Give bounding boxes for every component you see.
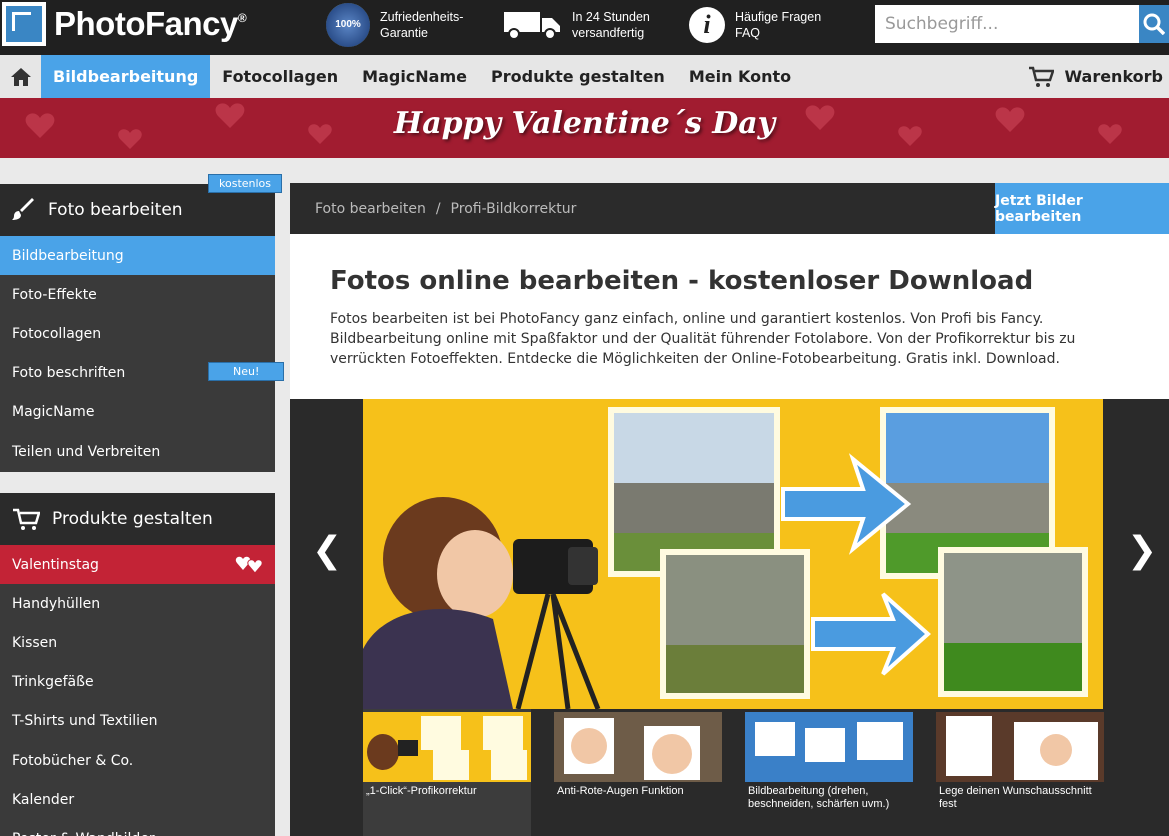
usp-guarantee-line2: Garantie: [380, 26, 428, 40]
slide-illustration: [363, 407, 1088, 709]
usp-faq-line2: FAQ: [735, 26, 761, 40]
home-button[interactable]: [0, 55, 41, 98]
sidebar-item-handyhuellen[interactable]: Handyhüllen: [0, 584, 275, 623]
nav-item-bildbearbeitung[interactable]: Bildbearbeitung: [41, 55, 211, 98]
cart-label: Warenkorb: [1064, 67, 1163, 86]
valentine-banner[interactable]: Happy Valentine´s Day: [0, 98, 1169, 158]
thumb-1-caption: „1-Click“-Profikorrektur: [366, 785, 477, 797]
thumb-4[interactable]: [936, 712, 1104, 782]
banner-text: Happy Valentine´s Day: [393, 106, 776, 141]
intro-section: Fotos online bearbeiten - kostenloser Do…: [290, 234, 1169, 399]
sidebar-item-foto-effekte[interactable]: Foto-Effekte: [0, 275, 275, 314]
thumb-3[interactable]: [745, 712, 913, 782]
home-icon: [10, 67, 31, 86]
sidebar-item-fotocollagen[interactable]: Fotocollagen: [0, 314, 275, 353]
logo-mark-icon: [2, 2, 46, 46]
logo-text: PhotoFancy: [54, 5, 238, 42]
breadcrumb-separator: /: [435, 200, 441, 217]
truck-icon: [504, 10, 562, 40]
usp-shipping[interactable]: In 24 Stunden versandfertig: [504, 5, 650, 45]
nav-item-produkte-gestalten[interactable]: Produkte gestalten: [479, 55, 677, 98]
sidebar-heading-label: Foto bearbeiten: [48, 200, 183, 220]
cart-icon: [13, 508, 40, 530]
usp-guarantee[interactable]: 100% Zufriedenheits- Garantie: [326, 3, 464, 47]
new-badge: Neu!: [208, 362, 285, 381]
sidebar-item-tshirts[interactable]: T-Shirts und Textilien: [0, 702, 275, 741]
sidebar-item-kissen[interactable]: Kissen: [0, 623, 275, 662]
free-badge: kostenlos: [208, 174, 283, 193]
thumb-2-caption: Anti-Rote-Augen Funktion: [557, 785, 684, 797]
seal-badge-text: 100%: [326, 3, 370, 47]
thumb-3-caption: Bildbearbeitung (drehen, beschneiden, sc…: [748, 785, 890, 810]
sidebar-item-kalender[interactable]: Kalender: [0, 780, 275, 819]
usp-faq-line1: Häufige Fragen: [735, 10, 822, 24]
sidebar-item-valentinstag[interactable]: Valentinstag: [0, 545, 275, 585]
slide-image[interactable]: [363, 399, 1103, 709]
thumb-4-caption: Lege deinen Wunschausschnitt fest: [939, 785, 1092, 810]
sidebar-item-poster[interactable]: Poster & Wandbilder: [0, 819, 275, 836]
seal-icon: 100%: [326, 3, 370, 47]
thumb-1[interactable]: [363, 712, 531, 782]
slider-prev-button[interactable]: ❮: [312, 530, 342, 571]
brush-icon: [12, 198, 34, 220]
sidebar-heading-label: Produkte gestalten: [52, 509, 213, 529]
start-editing-button[interactable]: Jetzt Bilder bearbeiten: [995, 183, 1169, 234]
cart-button[interactable]: Warenkorb: [1028, 55, 1163, 98]
usp-shipping-line2: versandfertig: [572, 26, 645, 40]
info-icon: i: [689, 7, 725, 43]
logo-registered-mark: ®: [237, 11, 247, 25]
sidebar-item-magicname[interactable]: MagicName: [0, 393, 275, 432]
breadcrumb-item-foto-bearbeiten[interactable]: Foto bearbeiten: [315, 201, 426, 217]
sidebar-list-produkte: Valentinstag Handyhüllen Kissen Trinkgef…: [0, 545, 275, 836]
main-nav: Bildbearbeitung Fotocollagen MagicName P…: [0, 55, 1169, 98]
sidebar-list-foto-bearbeiten: Bildbearbeitung Foto-Effekte Fotocollage…: [0, 236, 275, 472]
usp-guarantee-line1: Zufriedenheits-: [380, 10, 464, 24]
nav-item-magicname[interactable]: MagicName: [350, 55, 479, 98]
usp-shipping-line1: In 24 Stunden: [572, 10, 650, 24]
nav-item-fotocollagen[interactable]: Fotocollagen: [210, 55, 350, 98]
sidebar-item-teilen[interactable]: Teilen und Verbreiten: [0, 432, 275, 471]
hearts-icon: [235, 556, 263, 574]
logo[interactable]: PhotoFancy®: [0, 0, 247, 48]
thumb-4-image: [946, 716, 1098, 780]
search-button[interactable]: [1139, 5, 1169, 43]
search-input[interactable]: [875, 5, 1139, 43]
thumb-3-image: [755, 722, 903, 762]
search-icon: [1143, 13, 1165, 35]
intro-text: Fotos bearbeiten ist bei PhotoFancy ganz…: [330, 311, 1076, 367]
usp-faq[interactable]: i Häufige Fragen FAQ: [689, 5, 821, 45]
sidebar-item-bildbearbeitung[interactable]: Bildbearbeitung: [0, 236, 275, 276]
sidebar-item-fotobuecher[interactable]: Fotobücher & Co.: [0, 741, 275, 780]
sidebar-item-label: Valentinstag: [12, 556, 99, 573]
page-title: Fotos online bearbeiten - kostenloser Do…: [330, 266, 1034, 296]
sidebar-heading-produkte-gestalten[interactable]: Produkte gestalten: [0, 493, 275, 545]
sidebar-item-trinkgefaesse[interactable]: Trinkgefäße: [0, 663, 275, 702]
thumb-1-image: [367, 716, 527, 780]
cart-icon: [1029, 66, 1055, 87]
thumb-2[interactable]: [554, 712, 722, 782]
thumb-2-image: [564, 718, 700, 780]
slider-next-button[interactable]: ❯: [1127, 530, 1157, 571]
nav-item-mein-konto[interactable]: Mein Konto: [677, 55, 803, 98]
breadcrumb-item-current: Profi-Bildkorrektur: [450, 200, 577, 217]
